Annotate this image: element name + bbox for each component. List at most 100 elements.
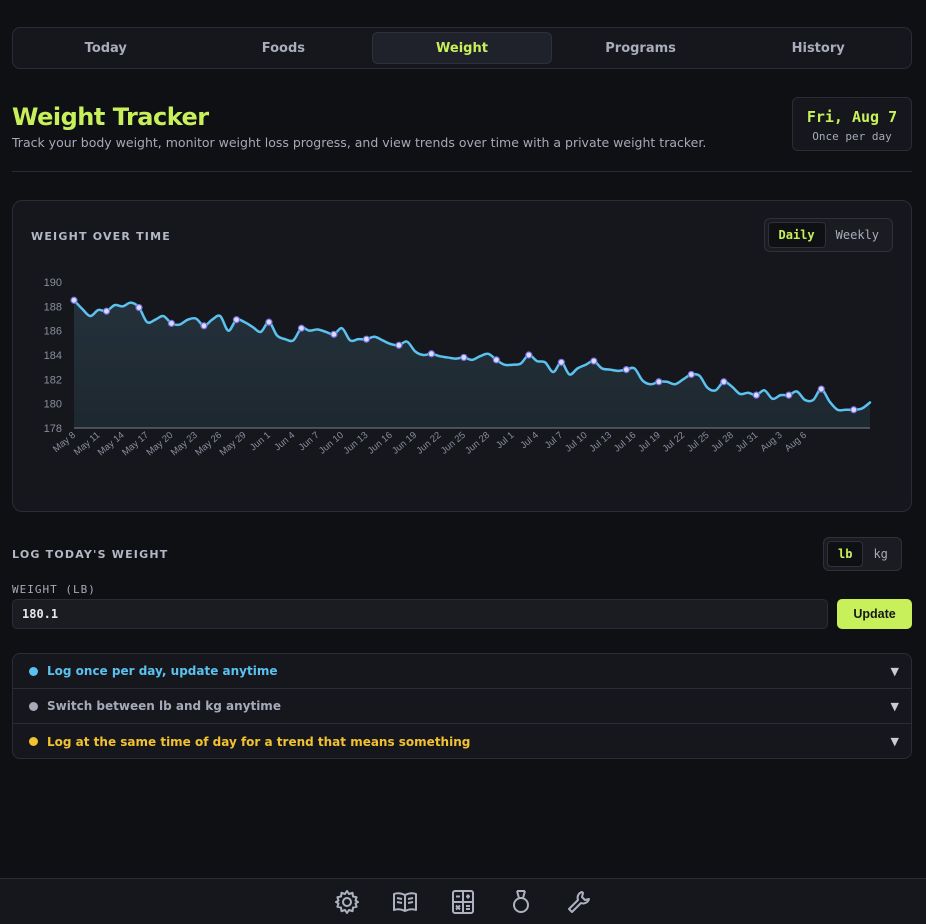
page-title: Weight Tracker	[12, 103, 209, 131]
data-point	[590, 357, 598, 365]
weekly-toggle[interactable]: Weekly	[826, 222, 889, 248]
data-point	[330, 330, 338, 338]
tip-item[interactable]: Log once per day, update anytime ▼	[13, 654, 911, 689]
daily-toggle[interactable]: Daily	[767, 222, 826, 248]
x-tick-label: Jun 13	[341, 430, 370, 457]
x-tick-label: May 14	[96, 430, 127, 458]
data-point	[720, 378, 728, 386]
chevron-down-icon: ▼	[890, 664, 899, 678]
x-tick-label: Jul 13	[588, 430, 614, 455]
data-point	[752, 391, 760, 399]
x-tick-label: Jul 16	[612, 430, 638, 455]
tab-programs[interactable]: Programs	[552, 32, 730, 64]
tab-foods[interactable]: Foods	[195, 32, 373, 64]
y-tick-label: 188	[44, 301, 62, 313]
tip-item[interactable]: Log at the same time of day for a trend …	[13, 724, 911, 759]
x-tick-label: Jun 22	[415, 430, 444, 457]
tip-text: Log once per day, update anytime	[47, 664, 278, 678]
x-tick-label: Aug 3	[758, 430, 784, 454]
log-title: LOG TODAY'S WEIGHT	[12, 548, 169, 561]
data-point	[622, 365, 630, 374]
chart-title: WEIGHT OVER TIME	[31, 230, 171, 243]
data-point	[395, 341, 403, 349]
x-tick-label: May 26	[193, 430, 224, 458]
book-icon[interactable]	[387, 886, 423, 918]
x-tick-label: Jul 22	[661, 430, 687, 455]
weight-input[interactable]	[12, 599, 828, 629]
tab-today[interactable]: Today	[17, 32, 195, 64]
x-tick-label: Jun 1	[248, 430, 273, 453]
date-badge: Fri, Aug 7 Once per day	[792, 97, 912, 151]
chevron-down-icon: ▼	[890, 735, 899, 748]
weight-field-label: WEIGHT (LB)	[12, 583, 96, 596]
x-tick-label: Jul 25	[685, 430, 711, 455]
y-tick-label: 186	[44, 326, 62, 338]
calculator-icon[interactable]	[445, 886, 481, 918]
y-tick-label: 182	[44, 374, 62, 386]
x-tick-label: Jun 25	[439, 430, 468, 457]
x-tick-label: Jun 4	[272, 430, 297, 453]
unit-kg[interactable]: kg	[863, 541, 897, 567]
tip-dot	[29, 737, 38, 746]
tip-dot	[29, 701, 38, 711]
data-point	[525, 351, 533, 359]
tab-weight[interactable]: Weight	[372, 32, 552, 64]
data-point	[167, 319, 176, 327]
y-tick-label: 178	[44, 423, 62, 435]
data-point	[850, 406, 858, 414]
x-tick-label: Jul 31	[734, 430, 760, 455]
x-tick-label: Jun 28	[463, 430, 492, 457]
tip-item[interactable]: Switch between lb and kg anytime ▼	[13, 689, 911, 724]
y-tick-label: 190	[44, 277, 62, 289]
wrench-icon[interactable]	[561, 886, 597, 918]
data-point	[785, 391, 793, 399]
x-tick-label: Jul 7	[543, 430, 565, 451]
tab-history[interactable]: History	[729, 32, 907, 64]
x-tick-label: May 29	[218, 430, 249, 458]
data-point	[135, 303, 143, 312]
weight-chart: 178180182184186188190 May 8May 11May 14M…	[44, 277, 872, 458]
x-tick-label: Jul 10	[563, 430, 589, 455]
data-point	[232, 316, 241, 324]
data-point	[265, 318, 273, 326]
x-tick-label: Jul 28	[709, 430, 735, 455]
update-button[interactable]: Update	[837, 599, 912, 629]
current-date: Fri, Aug 7	[806, 108, 898, 126]
x-tick-label: May 20	[144, 430, 175, 458]
unit-lb[interactable]: lb	[827, 541, 864, 567]
bottom-toolbar	[0, 878, 926, 924]
data-point	[655, 378, 663, 386]
gear-icon[interactable]	[329, 886, 365, 918]
tip-dot	[29, 666, 38, 676]
unit-toggle: lb kg	[823, 537, 902, 571]
data-point	[102, 307, 111, 315]
data-point	[70, 296, 78, 304]
y-tick-label: 184	[44, 350, 62, 362]
x-tick-label: Jun 19	[390, 430, 419, 457]
page-subtitle: Track your body weight, monitor weight l…	[12, 135, 707, 150]
medal-icon[interactable]	[503, 886, 539, 918]
log-frequency: Once per day	[812, 130, 892, 143]
tip-text: Switch between lb and kg anytime	[47, 699, 281, 713]
x-tick-label: Aug 6	[783, 430, 809, 454]
data-point	[427, 350, 435, 358]
x-tick-label: Jun 16	[366, 430, 395, 457]
data-point	[362, 335, 371, 343]
y-tick-label: 180	[44, 399, 62, 411]
x-tick-label: Jun 10	[317, 430, 346, 457]
x-tick-label: Jul 1	[494, 430, 516, 451]
x-tick-label: Jul 19	[636, 430, 662, 455]
tip-text: Log at the same time of day for a trend …	[47, 734, 471, 749]
nav-tabs: Today Foods Weight Programs History	[12, 27, 912, 69]
chart-period-toggle: Daily Weekly	[763, 218, 893, 252]
data-point	[492, 356, 500, 364]
data-point	[687, 370, 695, 379]
data-point	[557, 358, 565, 366]
data-point	[460, 353, 468, 362]
data-point	[817, 385, 825, 393]
tips-list: Log once per day, update anytime ▼ Switc…	[12, 653, 912, 759]
header-divider	[12, 171, 912, 172]
x-tick-label: May 17	[120, 430, 151, 458]
x-tick-label: Jul 4	[518, 430, 540, 451]
data-point	[297, 324, 306, 332]
